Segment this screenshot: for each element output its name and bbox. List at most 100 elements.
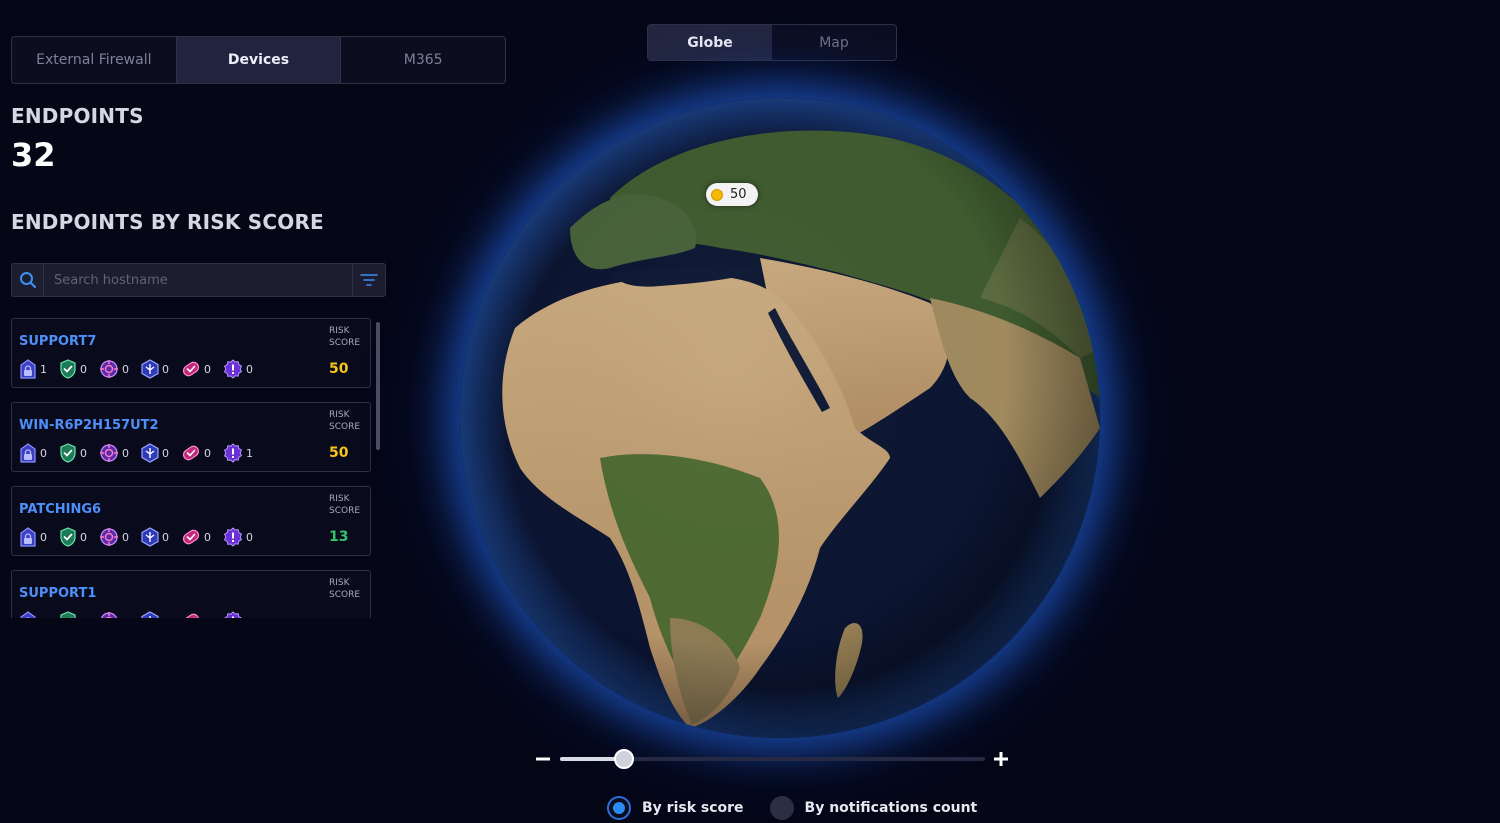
tab-devices[interactable]: Devices	[176, 37, 342, 83]
endpoint-metrics: 0 0 0 0 0 0	[19, 527, 265, 547]
endpoint-metrics: 1 0 0 0 0 0	[19, 359, 265, 379]
metric-count: 0	[122, 362, 129, 376]
search-icon	[12, 264, 44, 296]
endpoints-by-risk-heading: ENDPOINTS BY RISK SCORE	[11, 210, 324, 234]
metric-crosshair: 0	[99, 359, 132, 379]
metric-count: 0	[40, 446, 47, 460]
metric-count: 0	[40, 530, 47, 544]
tab-m365[interactable]: M365	[341, 37, 505, 83]
metric-count: 0	[122, 446, 129, 460]
globe-view[interactable]	[440, 80, 1120, 760]
alert-badge-icon	[223, 527, 243, 547]
metric-patch-heart	[181, 611, 214, 618]
zoom-in-button[interactable]	[992, 745, 1010, 773]
radio-label: By risk score	[642, 800, 744, 816]
metric-building-lock: 0	[19, 527, 50, 547]
alert-badge-icon	[223, 359, 243, 379]
radio-by-risk-score[interactable]: By risk score	[607, 796, 744, 820]
metric-crosshair: 0	[99, 443, 132, 463]
hexagon-shield-icon	[141, 611, 159, 618]
metric-hexagon-shield: 0	[141, 443, 172, 463]
earth-globe[interactable]	[460, 98, 1100, 738]
crosshair-icon	[99, 359, 119, 379]
tab-globe[interactable]: Globe	[648, 25, 772, 60]
color-mode-radios: By risk score By notifications count	[607, 796, 1003, 820]
metric-count: 0	[80, 530, 87, 544]
metric-count: 0	[162, 530, 169, 544]
shield-check-icon	[59, 611, 77, 618]
metric-shield-check: 0	[59, 527, 90, 547]
metric-hexagon-shield: 0	[141, 359, 172, 379]
hexagon-shield-icon	[141, 443, 159, 463]
endpoints-heading: ENDPOINTS	[11, 104, 144, 128]
metric-count: 0	[162, 362, 169, 376]
endpoint-hostname[interactable]: SUPPORT1	[19, 586, 96, 601]
risk-score-label: RISK SCORE	[329, 326, 361, 348]
radio-unselected-icon	[769, 796, 794, 820]
zoom-out-button[interactable]	[535, 745, 551, 773]
metric-building-lock: 1	[19, 359, 50, 379]
patch-heart-icon	[181, 611, 201, 618]
metric-crosshair	[99, 611, 132, 618]
zoom-slider-thumb[interactable]	[613, 749, 634, 769]
metric-alert-badge	[223, 611, 256, 618]
risk-score-label: RISK SCORE	[329, 578, 361, 600]
search-input[interactable]	[44, 264, 352, 296]
risk-dot-icon	[711, 188, 723, 201]
shield-check-icon	[59, 359, 77, 379]
metric-count: 1	[246, 446, 253, 460]
hexagon-shield-icon	[141, 527, 159, 547]
source-tabs: External Firewall Devices M365	[11, 36, 506, 84]
metric-count: 0	[246, 362, 253, 376]
risk-score-label: RISK SCORE	[329, 410, 361, 432]
building-lock-icon	[19, 443, 37, 463]
list-scrollbar[interactable]	[376, 322, 380, 450]
building-lock-icon	[19, 359, 37, 379]
endpoint-metrics	[19, 611, 265, 618]
endpoint-hostname[interactable]: WIN-R6P2H157UT2	[19, 418, 159, 433]
endpoint-hostname[interactable]: PATCHING6	[19, 502, 101, 517]
metric-patch-heart: 0	[181, 359, 214, 379]
hexagon-shield-icon	[141, 359, 159, 379]
metric-alert-badge: 0	[223, 527, 256, 547]
building-lock-icon	[19, 611, 37, 618]
endpoint-metrics: 0 0 0 0 0 1	[19, 443, 265, 463]
metric-shield-check: 0	[59, 443, 90, 463]
patch-heart-icon	[181, 443, 201, 463]
globe-risk-marker[interactable]: 50	[706, 183, 758, 206]
crosshair-icon	[99, 527, 119, 547]
endpoints-count: 32	[11, 136, 56, 174]
metric-count: 0	[122, 530, 129, 544]
radio-label: By notifications count	[804, 800, 978, 816]
metric-alert-badge: 0	[223, 359, 256, 379]
radio-by-notifications-count[interactable]: By notifications count	[769, 796, 978, 820]
risk-score-value: 50	[329, 361, 349, 377]
view-toggle: Globe Map	[647, 24, 897, 61]
metric-count: 0	[204, 446, 211, 460]
metric-building-lock	[19, 611, 50, 618]
risk-score-label: RISK SCORE	[329, 494, 361, 516]
metric-building-lock: 0	[19, 443, 50, 463]
metric-crosshair: 0	[99, 527, 132, 547]
endpoint-card[interactable]: SUPPORT7 RISK SCORE 50 1 0 0 0 0 0	[11, 318, 371, 388]
crosshair-icon	[99, 443, 119, 463]
endpoint-card[interactable]: PATCHING6 RISK SCORE 13 0 0 0 0 0 0	[11, 486, 371, 556]
endpoint-hostname[interactable]: SUPPORT7	[19, 334, 96, 349]
radio-selected-icon	[607, 796, 631, 820]
metric-patch-heart: 0	[181, 527, 214, 547]
metric-count: 0	[204, 362, 211, 376]
endpoint-card[interactable]: SUPPORT1 RISK SCORE	[11, 570, 371, 618]
risk-score-value: 50	[329, 445, 349, 461]
tab-map[interactable]: Map	[772, 25, 896, 60]
shield-check-icon	[59, 527, 77, 547]
tab-external-firewall[interactable]: External Firewall	[12, 37, 177, 83]
endpoint-list[interactable]: SUPPORT7 RISK SCORE 50 1 0 0 0 0 0 WIN-R6P2H157UT…	[11, 318, 371, 618]
metric-shield-check	[59, 611, 90, 618]
zoom-slider[interactable]	[560, 749, 985, 769]
marker-value: 50	[730, 187, 747, 202]
alert-badge-icon	[223, 611, 243, 618]
hostname-search	[11, 263, 386, 297]
endpoint-card[interactable]: WIN-R6P2H157UT2 RISK SCORE 50 0 0 0 0 0 1	[11, 402, 371, 472]
metric-count: 0	[80, 362, 87, 376]
filter-icon[interactable]	[352, 264, 385, 296]
